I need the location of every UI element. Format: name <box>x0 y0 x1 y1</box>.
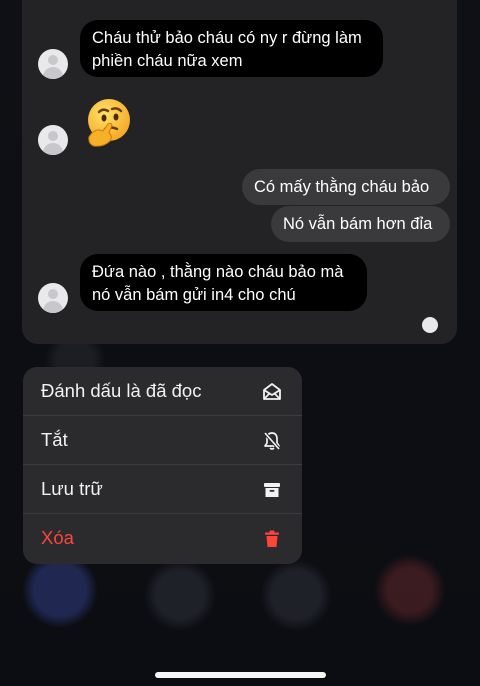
message-text: Nó vẫn bám hơn đỉa <box>283 215 433 233</box>
archive-icon <box>264 483 280 497</box>
menu-item-mute[interactable]: Tắt <box>23 416 302 465</box>
menu-item-label: Lưu trữ <box>41 478 103 499</box>
bell-slash-icon <box>263 431 281 451</box>
menu-item-label: Tắt <box>41 429 68 450</box>
message-text-line: Đứa nào , thằng nào cháu bảo mà <box>92 263 344 281</box>
envelope-open-icon <box>263 383 281 400</box>
message-text-line: nó vẫn bám gửi in4 cho chú <box>92 286 296 304</box>
message-bubble-outgoing[interactable]: Nó vẫn bám hơn đỉa <box>271 206 450 242</box>
seen-avatar-indicator <box>422 317 438 333</box>
message-text: Có mấy thằng cháu bảo <box>254 178 430 196</box>
message-bubble-incoming[interactable]: Đứa nào , thằng nào cháu bảo mà nó vẫn b… <box>80 254 367 311</box>
message-text-line: phiền cháu nữa xem <box>92 52 243 70</box>
context-menu: Đánh dấu là đã đọc Tắt Lưu trữ Xóa <box>23 367 302 564</box>
avatar <box>38 283 68 313</box>
menu-item-mark-as-read[interactable]: Đánh dấu là đã đọc <box>23 367 302 416</box>
home-indicator[interactable] <box>155 672 326 678</box>
thinking-face-emoji-icon[interactable] <box>83 97 133 147</box>
message-bubble-incoming[interactable]: Cháu thử bảo cháu có ny r đừng làm phiền… <box>80 20 383 77</box>
avatar <box>38 49 68 79</box>
avatar <box>38 125 68 155</box>
trash-icon <box>265 530 279 547</box>
menu-item-delete[interactable]: Xóa <box>23 514 302 563</box>
message-text-line: Cháu thử bảo cháu có ny r đừng làm <box>92 29 362 47</box>
message-bubble-outgoing[interactable]: Có mấy thằng cháu bảo <box>242 169 450 205</box>
menu-item-label: Đánh dấu là đã đọc <box>41 380 202 401</box>
menu-item-label: Xóa <box>41 527 74 548</box>
menu-item-archive[interactable]: Lưu trữ <box>23 465 302 514</box>
